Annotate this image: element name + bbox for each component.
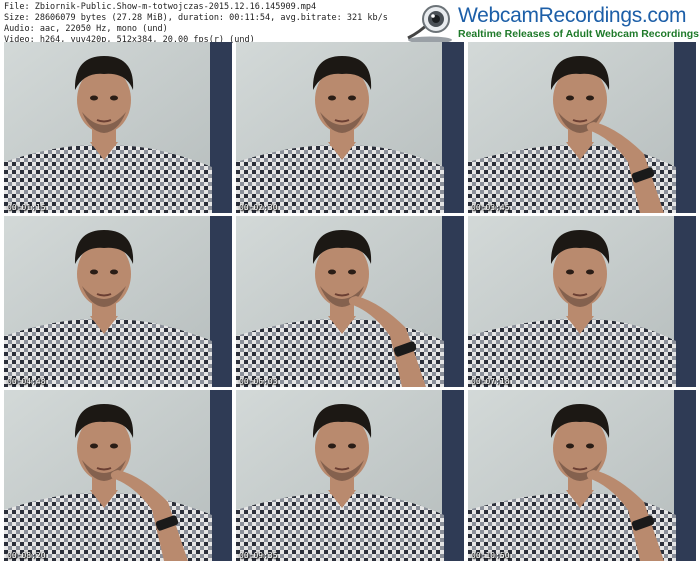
video-thumbnail: 00:03:45 <box>468 42 696 213</box>
thumbnail-timestamp: 00:04:48 <box>7 377 46 386</box>
thumbnail-timestamp: 00:10:50 <box>471 551 510 560</box>
video-thumbnail: 00:08:20 <box>4 390 232 561</box>
webcam-frame <box>236 216 464 387</box>
file-info: File: Zbiornik-Public.Show-m-totwojczas-… <box>4 2 388 46</box>
webcam-frame <box>4 390 232 561</box>
webcam-frame <box>4 216 232 387</box>
video-thumbnail: 00:10:50 <box>468 390 696 561</box>
thumbnail-timestamp: 00:02:30 <box>239 203 278 212</box>
file-name: File: Zbiornik-Public.Show-m-totwojczas-… <box>4 2 317 12</box>
thumbnail-timestamp: 00:06:03 <box>239 377 278 386</box>
thumbnail-timestamp: 00:08:20 <box>7 551 46 560</box>
site-logo: WebcamRecordings.com Realtime Releases o… <box>398 0 699 44</box>
webcam-frame <box>236 390 464 561</box>
thumbnail-timestamp: 00:03:45 <box>471 203 510 212</box>
webcam-frame <box>468 42 696 213</box>
video-thumbnail: 00:09:35 <box>236 390 464 561</box>
video-thumbnail: 00:04:48 <box>4 216 232 387</box>
video-thumbnail: 00:07:18 <box>468 216 696 387</box>
thumbnail-timestamp: 00:07:18 <box>471 377 510 386</box>
logo-brand: WebcamRecordings.com <box>458 4 687 27</box>
audio-info: Audio: aac, 22050 Hz, mono (und) <box>4 24 168 34</box>
webcam-frame <box>468 216 696 387</box>
webcam-icon <box>407 5 452 44</box>
logo-tagline: Realtime Releases of Adult Webcam Record… <box>458 28 699 40</box>
webcam-frame <box>4 42 232 213</box>
thumbnail-timestamp: 00:01:15 <box>7 203 46 212</box>
video-thumbnail: 00:01:15 <box>4 42 232 213</box>
webcam-frame <box>468 390 696 561</box>
webcam-frame <box>236 42 464 213</box>
thumbnail-grid: 00:01:15 00:02:30 00:03:45 00:04:48 00:0… <box>0 42 700 563</box>
thumbnail-timestamp: 00:09:35 <box>239 551 278 560</box>
video-thumbnail: 00:02:30 <box>236 42 464 213</box>
file-size: Size: 28606079 bytes (27.28 MiB), durati… <box>4 13 388 23</box>
video-thumbnail: 00:06:03 <box>236 216 464 387</box>
